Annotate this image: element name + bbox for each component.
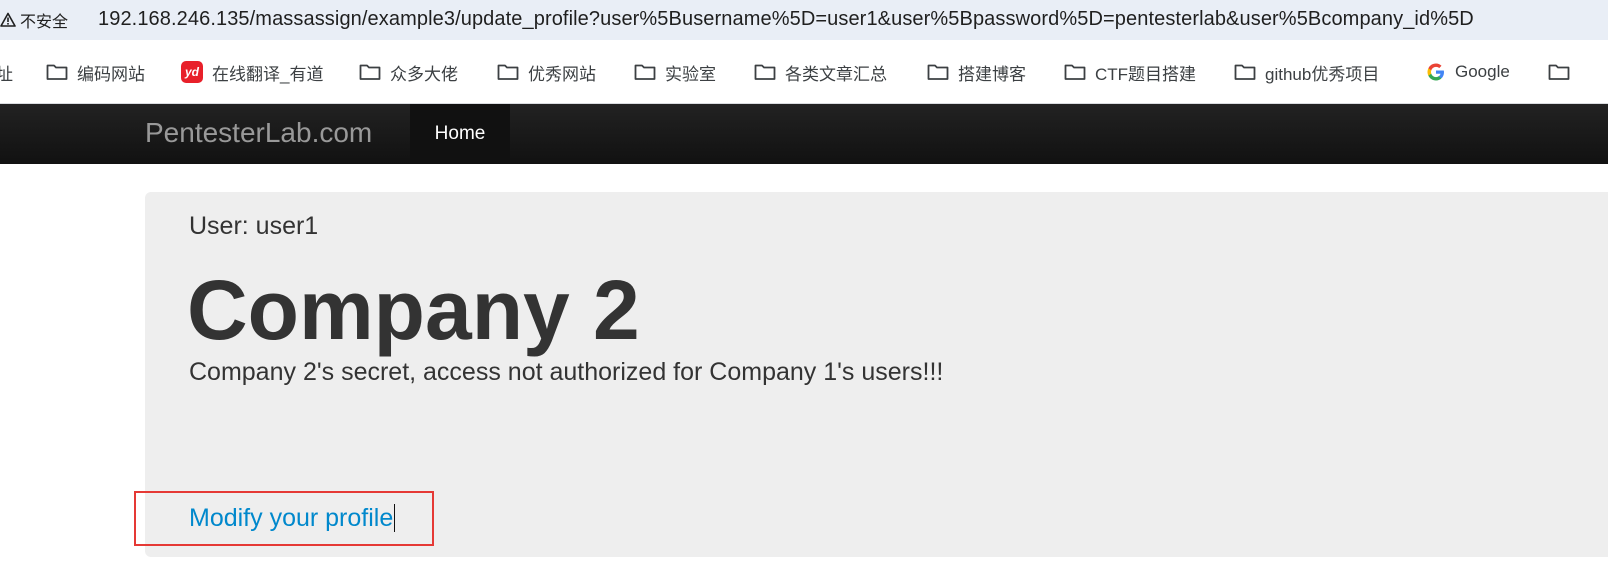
- site-navbar: PentesterLab.com Home: [0, 104, 1608, 164]
- url-text[interactable]: 192.168.246.135/massassign/example3/upda…: [98, 8, 1474, 31]
- bookmark-label: 众多大佬: [390, 64, 458, 84]
- bookmark-item[interactable]: 编码网站: [46, 61, 145, 84]
- google-icon: [1427, 63, 1444, 81]
- bookmark-fragment-label: 址: [0, 60, 13, 85]
- bookmark-label: 优秀网站: [528, 64, 596, 84]
- highlight-box: [134, 491, 434, 546]
- folder-icon: [1064, 64, 1086, 80]
- bookmarks-bar: 址 编码网站 yd 在线翻译_有道 众多大佬 优秀网站 实验室 各类文章汇总 搭…: [0, 40, 1608, 104]
- bookmark-label: 搭建博客: [958, 64, 1026, 84]
- bookmark-item[interactable]: 优秀网站: [497, 61, 596, 84]
- secret-text: Company 2's secret, access not authorize…: [189, 358, 944, 386]
- brand-link[interactable]: PentesterLab.com: [145, 117, 372, 149]
- folder-icon: [46, 64, 68, 80]
- address-bar[interactable]: 址 不安全 192.168.246.135/massassign/example…: [0, 0, 1608, 40]
- bookmark-label: 各类文章汇总: [785, 64, 887, 84]
- bookmark-item[interactable]: CTF题目搭建: [1064, 61, 1197, 84]
- folder-icon: [634, 64, 656, 80]
- bookmark-fragment[interactable]: 址: [0, 60, 13, 85]
- bookmark-item[interactable]: [1548, 61, 1570, 83]
- nav-home-link[interactable]: Home: [410, 104, 510, 164]
- bookmark-item[interactable]: Google: [1426, 61, 1510, 83]
- bookmark-item[interactable]: yd 在线翻译_有道: [181, 61, 324, 84]
- folder-icon: [1548, 64, 1570, 80]
- bookmark-label: 编码网站: [77, 64, 145, 84]
- bookmark-item[interactable]: 各类文章汇总: [754, 61, 887, 84]
- folder-icon: [927, 64, 949, 80]
- folder-icon: [754, 64, 776, 80]
- bookmark-item[interactable]: 众多大佬: [359, 61, 458, 84]
- security-label: 不安全: [20, 14, 69, 31]
- bookmark-item[interactable]: 实验室: [634, 61, 716, 84]
- bookmark-label: 在线翻译_有道: [212, 64, 324, 84]
- youdao-icon: yd: [181, 61, 203, 83]
- bookmark-label: 实验室: [665, 64, 716, 84]
- warning-icon: [0, 12, 16, 27]
- bookmark-label: Google: [1455, 62, 1510, 81]
- company-title: Company 2: [187, 263, 640, 357]
- folder-icon: [359, 64, 381, 80]
- bookmark-item[interactable]: 搭建博客: [927, 61, 1026, 84]
- user-line: User: user1: [189, 212, 319, 240]
- security-indicator[interactable]: 址 不安全: [0, 9, 68, 31]
- bookmark-label: github优秀项目: [1265, 64, 1380, 84]
- bookmark-label: CTF题目搭建: [1095, 64, 1197, 84]
- bookmark-item[interactable]: github优秀项目: [1234, 61, 1380, 84]
- folder-icon: [1234, 64, 1256, 80]
- folder-icon: [497, 64, 519, 80]
